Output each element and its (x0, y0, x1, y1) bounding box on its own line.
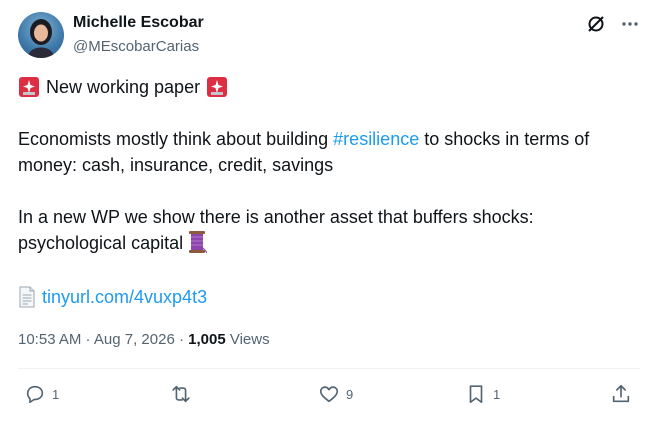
external-link[interactable]: tinyurl.com/4vuxp4t3 (42, 287, 207, 308)
hashtag-link[interactable]: #resilience (333, 129, 419, 149)
grok-icon[interactable] (586, 14, 606, 34)
link-row: tinyurl.com/4vuxp4t3 (18, 286, 207, 308)
post-line-1-text: New working paper (46, 77, 201, 97)
divider (18, 368, 640, 369)
post-meta: 10:53 AM · Aug 7, 2026 · 1,005 Views (18, 331, 270, 348)
bookmark-icon (469, 385, 483, 404)
post-paragraph-3: In a new WP we show there is another ass… (18, 204, 638, 256)
post-line-1: New working paper (18, 74, 638, 100)
heart-icon (319, 386, 339, 403)
post-paragraph-2: Economists mostly think about building #… (18, 126, 638, 178)
avatar[interactable] (18, 12, 64, 58)
bookmark-button[interactable]: 1 (465, 383, 500, 405)
siren-emoji-icon (207, 77, 228, 97)
share-icon (612, 384, 630, 403)
share-button[interactable] (610, 383, 632, 405)
post-timestamp[interactable]: 10:53 AM · Aug 7, 2026 · (18, 331, 188, 348)
action-bar: 1 9 1 (18, 383, 640, 411)
author-handle[interactable]: @MEscobarCarias (73, 38, 199, 55)
views-count: 1,005 (188, 331, 226, 348)
author-name[interactable]: Michelle Escobar (73, 14, 204, 32)
document-icon (19, 286, 35, 308)
like-count: 9 (346, 386, 354, 402)
siren-emoji-icon (19, 77, 39, 97)
repost-icon (172, 385, 190, 403)
post-text: New working paper Economists mostly thin… (18, 74, 638, 256)
views-label: Views (225, 331, 270, 348)
reply-count: 1 (52, 386, 60, 402)
thread-spool-emoji-icon (189, 231, 208, 254)
more-options-icon[interactable] (620, 14, 640, 34)
like-button[interactable]: 9 (318, 383, 353, 405)
post-header-actions (586, 14, 640, 34)
reply-button[interactable]: 1 (24, 383, 59, 405)
repost-button[interactable] (170, 383, 198, 405)
bookmark-count: 1 (493, 386, 501, 402)
post-paragraph-3-text: In a new WP we show there is another ass… (18, 207, 534, 253)
reply-icon (26, 385, 44, 404)
post-paragraph-2-start: Economists mostly think about building (18, 129, 334, 149)
